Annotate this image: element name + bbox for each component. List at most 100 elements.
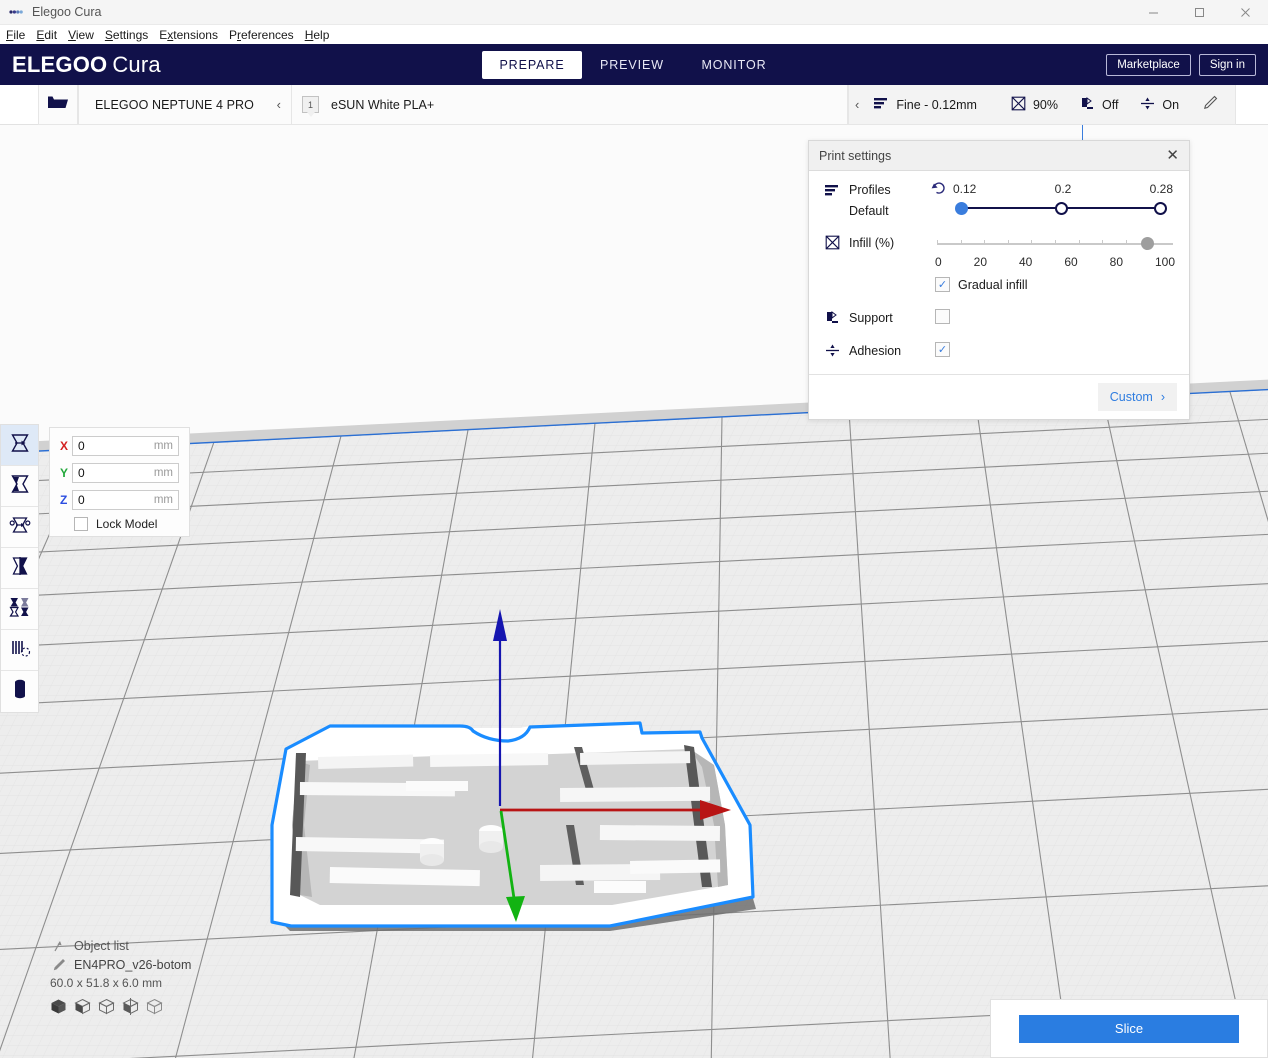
rotate-tool-button[interactable]: [1, 507, 38, 548]
sign-in-button[interactable]: Sign in: [1198, 53, 1256, 76]
move-tool-button[interactable]: [1, 425, 38, 466]
menu-file[interactable]: File: [1, 28, 30, 42]
adhesion-icon: [823, 343, 841, 358]
machine-selector[interactable]: ELEGOO NEPTUNE 4 PRO ‹: [78, 85, 292, 125]
open-file-button[interactable]: [38, 85, 78, 125]
support-row: Support ✓: [809, 308, 1189, 325]
infill-value: 90%: [1032, 97, 1058, 112]
profile-tick-2: 0.28: [1149, 182, 1173, 196]
y-input[interactable]: 0 mm: [72, 463, 179, 483]
profile-knob-0[interactable]: [955, 202, 968, 215]
custom-settings-button[interactable]: Custom ›: [1097, 383, 1177, 411]
infill-slider-track: [937, 243, 1173, 245]
adhesion-checkbox[interactable]: ✓: [935, 342, 950, 357]
infill-tick-2: 40: [1018, 255, 1033, 269]
gradual-infill-checkbox[interactable]: ✓: [935, 277, 950, 292]
print-settings-header: Print settings ✕: [809, 141, 1189, 171]
gradual-infill-label: Gradual infill: [958, 277, 1028, 292]
axis-label-x: X: [60, 439, 69, 453]
gradual-infill-row[interactable]: ✓ Gradual infill: [935, 277, 1175, 292]
scale-tool-button[interactable]: [1, 466, 38, 507]
support-icon: [1080, 96, 1095, 114]
lock-model-label: Lock Model: [96, 517, 158, 531]
mirror-tool-button[interactable]: [1, 548, 38, 589]
per-model-settings-tool-button[interactable]: [1, 589, 38, 630]
minimize-icon[interactable]: [1130, 0, 1176, 25]
quality-summary: Fine - 0.12mm: [873, 96, 977, 113]
infill-tick-4: 80: [1109, 255, 1123, 269]
brand-elegoo: ELEGOO: [12, 51, 108, 77]
profiles-row: Profiles Default 0.12 0.2 0.28: [809, 181, 1189, 219]
profiles-control: 0.12 0.2 0.28: [931, 181, 1175, 219]
open-folder-icon: [47, 93, 69, 116]
menu-edit[interactable]: Edit: [31, 28, 62, 42]
move-tool-icon: [9, 432, 31, 459]
lock-model-row[interactable]: Lock Model: [74, 517, 179, 531]
extruder-badge: 1: [302, 96, 319, 117]
x-unit: mm: [153, 440, 173, 452]
menu-help[interactable]: Help: [300, 28, 335, 42]
window-controls: [1130, 0, 1268, 25]
support-label: Support: [849, 310, 893, 325]
slice-button[interactable]: Slice: [1019, 1014, 1239, 1043]
profiles-label: Profiles: [849, 183, 891, 197]
navbar-right-actions: Marketplace Sign in: [1106, 44, 1256, 85]
material-selector[interactable]: 1 eSUN White PLA+: [292, 85, 848, 125]
revert-icon[interactable]: [931, 181, 946, 198]
infill-tick-labels: 0 20 40 60 80 100: [935, 255, 1175, 269]
marketplace-button[interactable]: Marketplace: [1106, 53, 1191, 76]
infill-tick-1: 20: [973, 255, 988, 269]
menu-extensions[interactable]: Extensions: [154, 28, 223, 42]
infill-slider[interactable]: [937, 237, 1173, 253]
pencil-icon[interactable]: [1203, 95, 1218, 115]
cura-window: Elegoo Cura File Edit View Settings Exte…: [0, 0, 1268, 1058]
menu-settings[interactable]: Settings: [100, 28, 153, 42]
tab-monitor[interactable]: MONITOR: [682, 51, 786, 79]
support-value: Off: [1101, 97, 1119, 112]
profile-knob-2[interactable]: [1154, 202, 1167, 215]
cura-logo-icon: [8, 7, 24, 17]
print-settings-pointer: [1082, 125, 1083, 141]
support-control: ✓: [935, 308, 1175, 325]
maximize-icon[interactable]: [1176, 0, 1222, 25]
layers-icon: [873, 96, 889, 113]
print-settings-footer: Custom ›: [809, 374, 1189, 419]
cylinder-icon: [9, 678, 31, 705]
support-checkbox[interactable]: ✓: [935, 309, 950, 324]
cylinder-tool-button[interactable]: [1, 671, 38, 712]
close-icon[interactable]: [1222, 0, 1268, 25]
infill-slider-handle[interactable]: [1141, 237, 1155, 250]
custom-button-label: Custom: [1109, 390, 1153, 404]
y-unit: mm: [153, 467, 173, 479]
adhesion-control: ✓: [935, 341, 1175, 358]
profile-knob-1[interactable]: [1054, 202, 1068, 215]
position-row-y: Y 0 mm: [60, 463, 179, 483]
profile-tick-0: 0.12: [953, 182, 977, 196]
window-titlebar: Elegoo Cura: [0, 0, 1268, 25]
tab-preview[interactable]: PREVIEW: [582, 51, 682, 79]
print-setup-collapse-chevron-icon[interactable]: ‹: [855, 97, 859, 112]
x-value: 0: [78, 439, 85, 453]
menu-preferences[interactable]: Preferences: [224, 28, 299, 42]
adhesion-label: Adhesion: [849, 343, 902, 358]
support-blocker-tool-button[interactable]: [1, 630, 38, 671]
print-settings-body: Profiles Default 0.12 0.2 0.28 Infill (%…: [809, 171, 1189, 374]
z-input[interactable]: 0 mm: [72, 490, 179, 510]
x-input[interactable]: 0 mm: [72, 436, 179, 456]
infill-icon: [823, 235, 841, 250]
window-title: Elegoo Cura: [32, 5, 102, 19]
menu-view[interactable]: View: [63, 28, 99, 42]
infill-labels: Infill (%): [823, 233, 935, 292]
layers-icon: [823, 183, 841, 197]
close-icon[interactable]: ✕: [1166, 148, 1179, 163]
support-icon: [823, 310, 841, 325]
per-model-settings-icon: [8, 596, 31, 623]
profile-slider[interactable]: [955, 201, 1167, 219]
adhesion-value: On: [1162, 97, 1180, 112]
chevron-left-icon: ‹: [276, 97, 281, 112]
tab-prepare[interactable]: PREPARE: [482, 50, 582, 79]
lock-model-checkbox[interactable]: [74, 517, 88, 531]
print-setup-selector[interactable]: ‹ Fine - 0.12mm 90% Off On: [848, 85, 1236, 125]
infill-label: Infill (%): [849, 235, 895, 250]
brand-cura: Cura: [112, 51, 161, 77]
